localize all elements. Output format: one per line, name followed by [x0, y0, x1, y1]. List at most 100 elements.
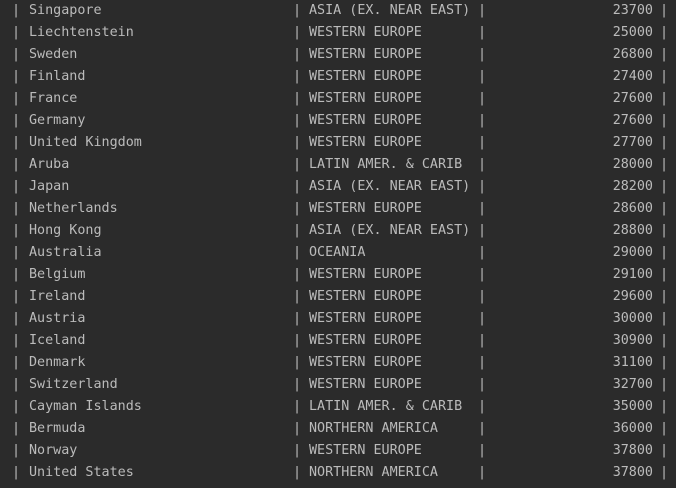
table-row: | France | WESTERN EUROPE | 27600 | — [0, 88, 676, 110]
column-separator: | — [12, 179, 21, 194]
column-separator: | — [660, 443, 669, 458]
region-cell: WESTERN EUROPE — [309, 25, 422, 40]
value-cell: 29100 — [612, 267, 653, 282]
column-separator: | — [660, 311, 669, 326]
column-separator: | — [478, 311, 487, 326]
table-row: | Belgium | WESTERN EUROPE | 29100 | — [0, 264, 676, 286]
region-cell: WESTERN EUROPE — [309, 289, 422, 304]
country-cell: Norway — [29, 443, 78, 458]
value-cell: 27700 — [612, 135, 653, 150]
region-cell: ASIA (EX. NEAR EAST) — [309, 3, 471, 18]
column-separator: | — [12, 47, 21, 62]
region-cell: WESTERN EUROPE — [309, 377, 422, 392]
column-separator: | — [660, 47, 669, 62]
column-separator: | — [293, 377, 302, 392]
country-cell: Cayman Islands — [29, 399, 142, 414]
table-row: | Finland | WESTERN EUROPE | 27400 | — [0, 66, 676, 88]
column-separator: | — [293, 113, 302, 128]
column-separator: | — [293, 91, 302, 106]
column-separator: | — [660, 245, 669, 260]
column-separator: | — [478, 3, 487, 18]
column-separator: | — [293, 311, 302, 326]
column-separator: | — [12, 311, 21, 326]
column-separator: | — [478, 157, 487, 172]
value-cell: 37800 — [612, 465, 653, 480]
value-cell: 32700 — [612, 377, 653, 392]
region-cell: WESTERN EUROPE — [309, 69, 422, 84]
value-cell: 28000 — [612, 157, 653, 172]
region-cell: WESTERN EUROPE — [309, 311, 422, 326]
table-row: | Austria | WESTERN EUROPE | 30000 | — [0, 308, 676, 330]
region-cell: WESTERN EUROPE — [309, 113, 422, 128]
value-cell: 30900 — [612, 333, 653, 348]
country-cell: Iceland — [29, 333, 86, 348]
column-separator: | — [12, 355, 21, 370]
column-separator: | — [660, 157, 669, 172]
column-separator: | — [660, 377, 669, 392]
column-separator: | — [478, 289, 487, 304]
table-row: | Norway | WESTERN EUROPE | 37800 | — [0, 440, 676, 462]
country-cell: Bermuda — [29, 421, 86, 436]
region-cell: WESTERN EUROPE — [309, 267, 422, 282]
column-separator: | — [660, 267, 669, 282]
column-separator: | — [293, 465, 302, 480]
column-separator: | — [12, 113, 21, 128]
column-separator: | — [293, 333, 302, 348]
table-row: | Japan | ASIA (EX. NEAR EAST) | 28200 | — [0, 176, 676, 198]
table-row: | Germany | WESTERN EUROPE | 27600 | — [0, 110, 676, 132]
column-separator: | — [478, 47, 487, 62]
column-separator: | — [293, 223, 302, 238]
value-cell: 35000 — [612, 399, 653, 414]
region-cell: WESTERN EUROPE — [309, 443, 422, 458]
column-separator: | — [293, 25, 302, 40]
column-separator: | — [12, 157, 21, 172]
column-separator: | — [660, 333, 669, 348]
column-separator: | — [12, 289, 21, 304]
column-separator: | — [12, 333, 21, 348]
column-separator: | — [293, 179, 302, 194]
column-separator: | — [293, 399, 302, 414]
region-cell: WESTERN EUROPE — [309, 201, 422, 216]
column-separator: | — [293, 69, 302, 84]
column-separator: | — [293, 289, 302, 304]
region-cell: WESTERN EUROPE — [309, 47, 422, 62]
value-cell: 27600 — [612, 91, 653, 106]
column-separator: | — [478, 201, 487, 216]
column-separator: | — [12, 25, 21, 40]
country-cell: Austria — [29, 311, 86, 326]
country-cell: Germany — [29, 113, 86, 128]
column-separator: | — [660, 113, 669, 128]
region-cell: WESTERN EUROPE — [309, 91, 422, 106]
console-output: | Singapore | ASIA (EX. NEAR EAST) | 23700 | | L… — [0, 0, 676, 488]
table-row: | Ireland | WESTERN EUROPE | 29600 | — [0, 286, 676, 308]
column-separator: | — [12, 399, 21, 414]
table-row: | Sweden | WESTERN EUROPE | 26800 | — [0, 44, 676, 66]
region-cell: WESTERN EUROPE — [309, 355, 422, 370]
country-cell: Singapore — [29, 3, 102, 18]
column-separator: | — [478, 355, 487, 370]
column-separator: | — [660, 223, 669, 238]
value-cell: 23700 — [612, 3, 653, 18]
column-separator: | — [293, 245, 302, 260]
region-cell: NORTHERN AMERICA — [309, 421, 438, 436]
column-separator: | — [660, 69, 669, 84]
column-separator: | — [293, 157, 302, 172]
column-separator: | — [12, 69, 21, 84]
table-row: | Cayman Islands | LATIN AMER. & CARIB | 3500… — [0, 396, 676, 418]
column-separator: | — [293, 355, 302, 370]
country-cell: Sweden — [29, 47, 78, 62]
column-separator: | — [293, 135, 302, 150]
country-cell: Belgium — [29, 267, 86, 282]
column-separator: | — [478, 333, 487, 348]
column-separator: | — [478, 69, 487, 84]
value-cell: 36000 — [612, 421, 653, 436]
column-separator: | — [293, 421, 302, 436]
country-cell: Australia — [29, 245, 102, 260]
country-cell: Hong Kong — [29, 223, 102, 238]
column-separator: | — [660, 289, 669, 304]
country-cell: Netherlands — [29, 201, 118, 216]
region-cell: ASIA (EX. NEAR EAST) — [309, 179, 471, 194]
country-cell: Liechtenstein — [29, 25, 134, 40]
column-separator: | — [660, 135, 669, 150]
column-separator: | — [478, 443, 487, 458]
